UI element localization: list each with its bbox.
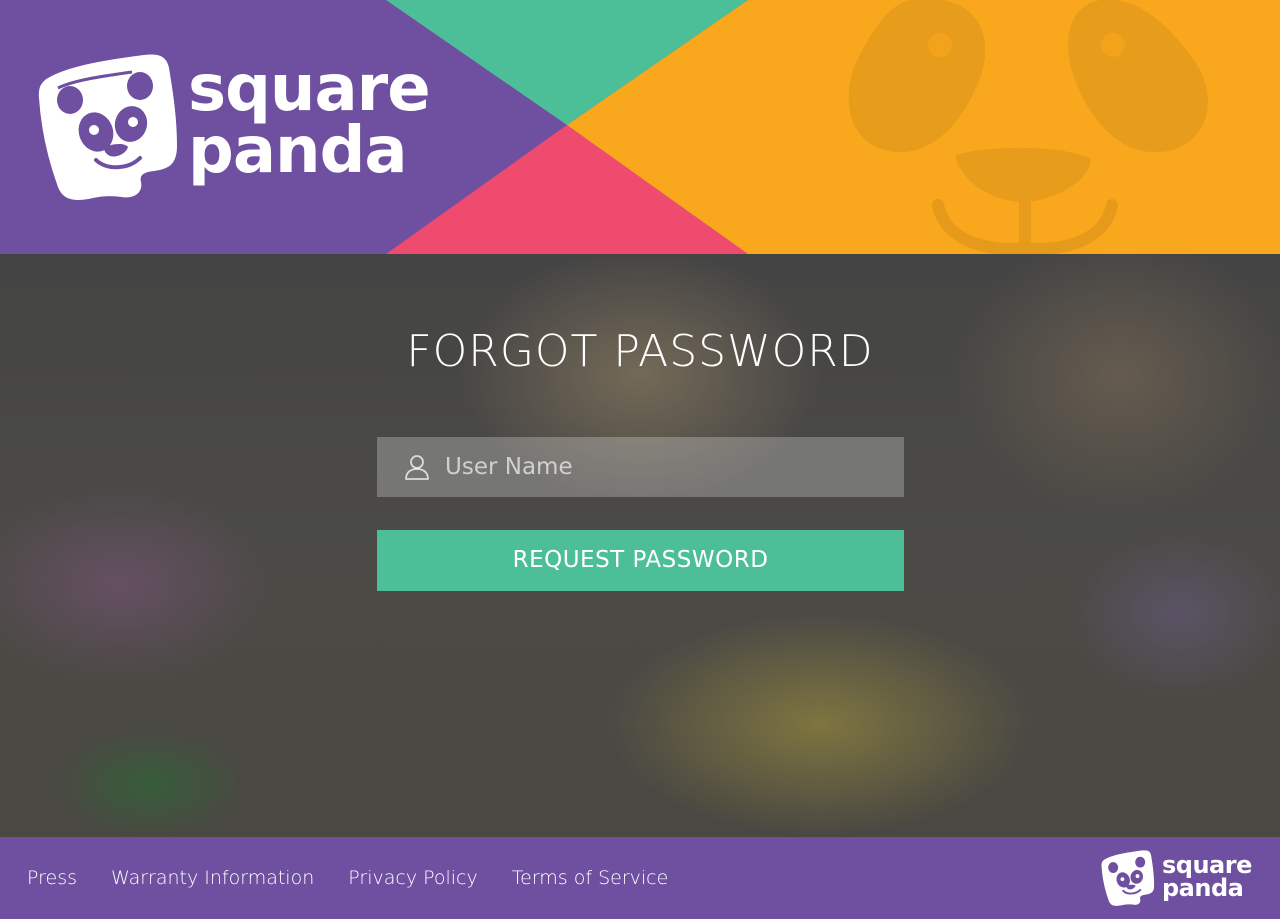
- panda-logo-icon: [38, 54, 178, 201]
- footer-link-privacy[interactable]: Privacy Policy: [348, 867, 477, 889]
- footer-brand-line-2: panda: [1162, 874, 1244, 902]
- brand-line-2: panda: [188, 114, 408, 188]
- page-title: FORGOT PASSWORD: [406, 326, 874, 377]
- request-password-button[interactable]: REQUEST PASSWORD: [377, 530, 904, 591]
- header-banner: square panda: [0, 0, 1280, 254]
- hero-section: FORGOT PASSWORD REQUEST PASSWORD: [0, 254, 1280, 837]
- brand-wordmark: square panda: [188, 52, 431, 188]
- footer-wordmark: square panda: [1162, 853, 1252, 902]
- brand-line-1: square: [188, 52, 431, 126]
- user-icon: [405, 455, 429, 480]
- username-input[interactable]: [445, 437, 885, 497]
- footer-link-press[interactable]: Press: [27, 867, 77, 889]
- footer-logo[interactable]: square panda: [1100, 849, 1252, 907]
- panda-logo-icon: [1101, 850, 1155, 906]
- footer-link-warranty[interactable]: Warranty Information: [111, 867, 314, 889]
- footer-link-terms[interactable]: Terms of Service: [512, 867, 669, 889]
- username-field[interactable]: [377, 437, 904, 497]
- footer-nav: Press Warranty Information Privacy Polic…: [27, 837, 702, 919]
- footer: Press Warranty Information Privacy Polic…: [0, 837, 1280, 919]
